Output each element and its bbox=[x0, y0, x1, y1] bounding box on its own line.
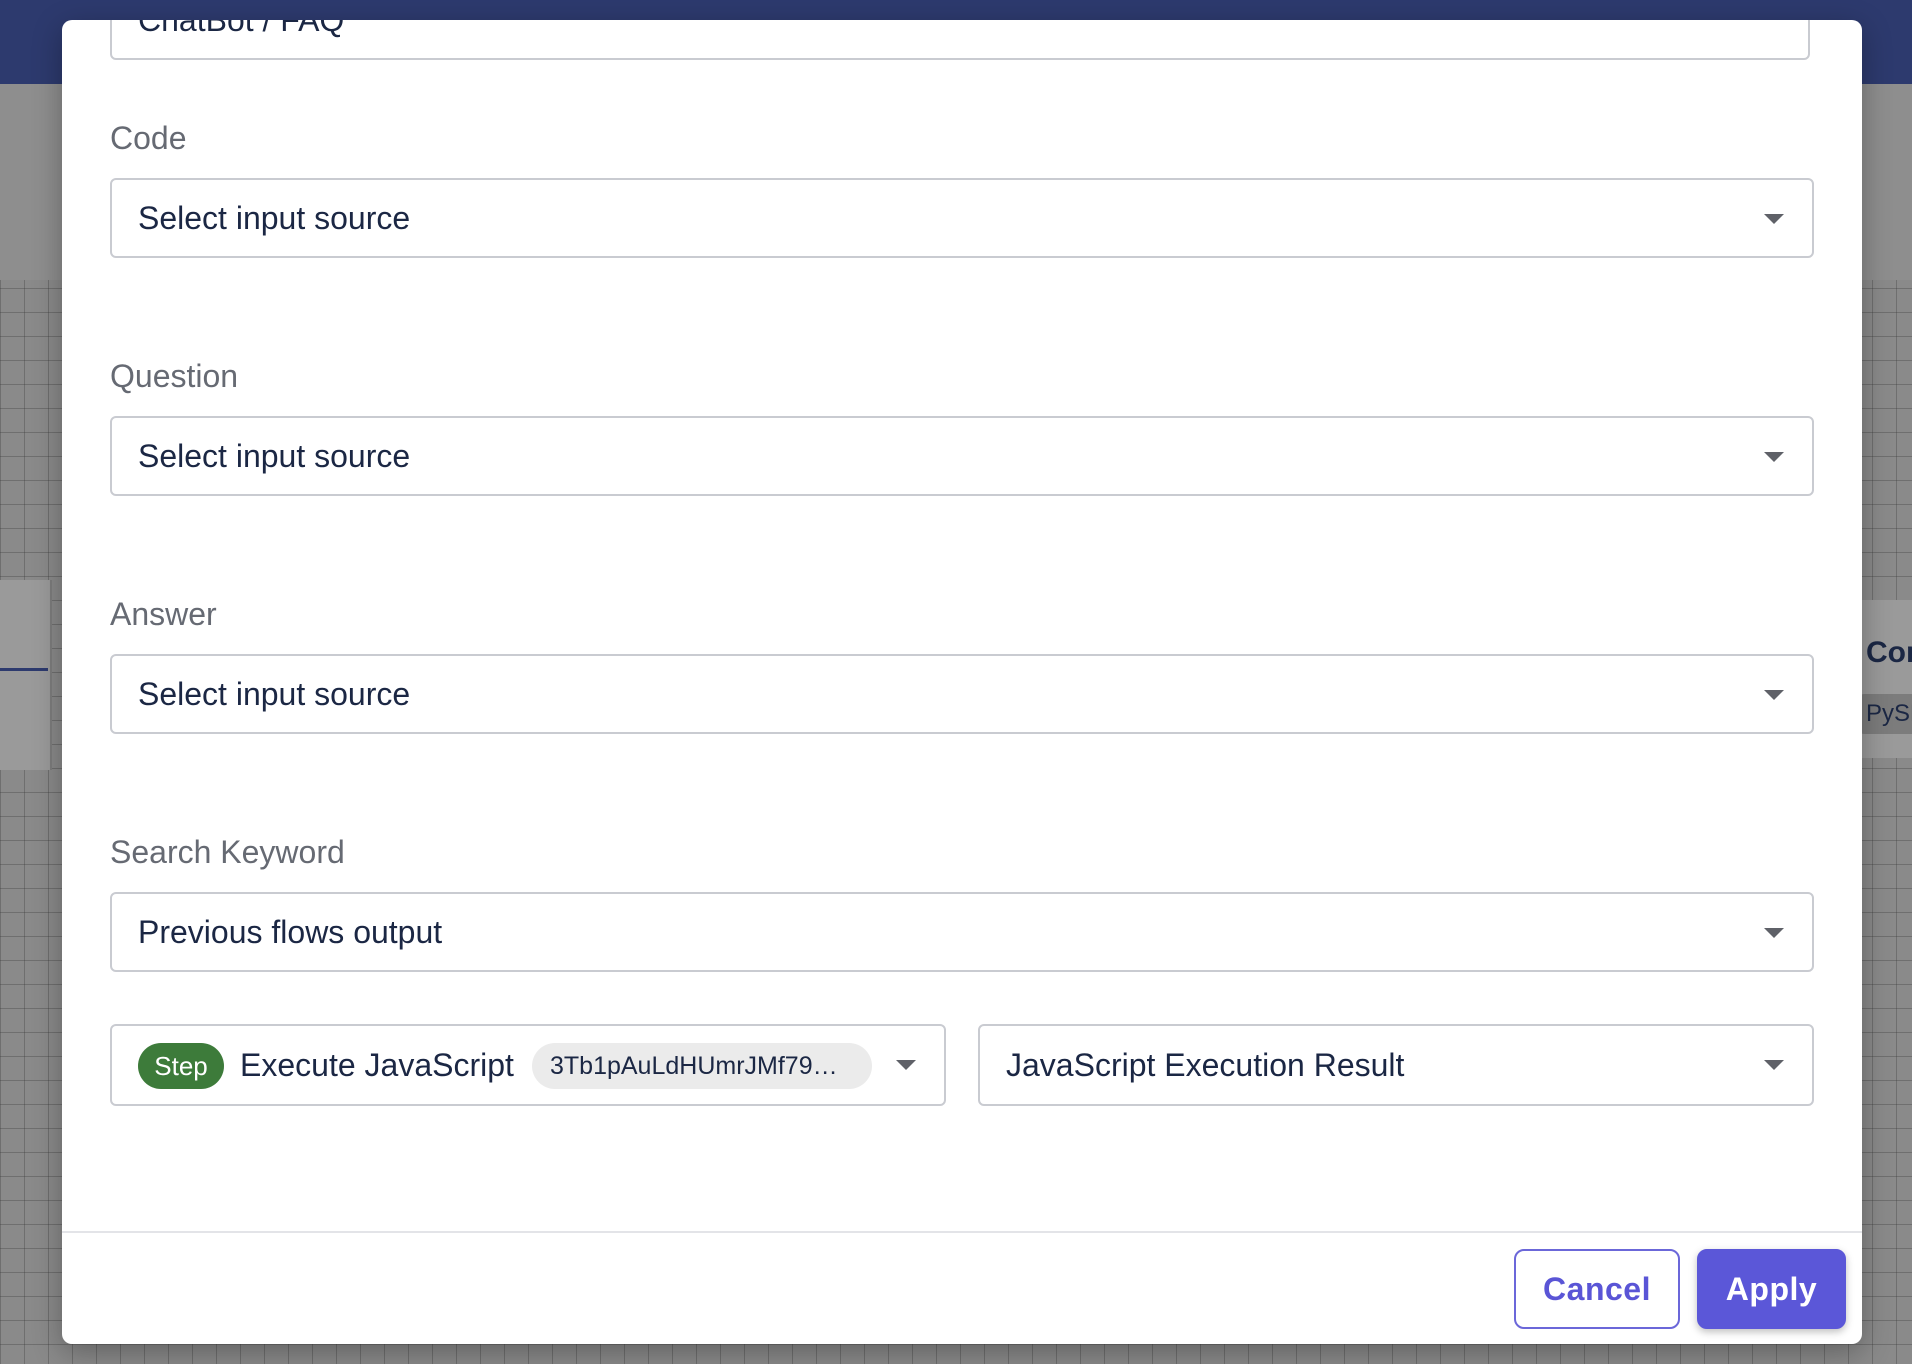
background-card-title: Cor bbox=[1866, 636, 1912, 669]
chevron-down-icon bbox=[1764, 214, 1784, 224]
answer-label: Answer bbox=[110, 596, 217, 632]
apply-button[interactable]: Apply bbox=[1697, 1249, 1846, 1329]
search-keyword-source-value: Previous flows output bbox=[138, 914, 443, 950]
input-mapping-dialog: ChatBot / FAQ Code Select input source Q… bbox=[62, 20, 1862, 1344]
question-label: Question bbox=[110, 358, 239, 394]
chevron-down-icon bbox=[1764, 1060, 1784, 1070]
code-label: Code bbox=[110, 120, 187, 156]
background-node-card-left bbox=[0, 580, 52, 770]
answer-source-select[interactable]: Select input source bbox=[110, 654, 1814, 734]
background-node-card-right: Cor PySE bbox=[1860, 600, 1912, 758]
code-source-value: Select input source bbox=[138, 200, 411, 236]
question-source-select[interactable]: Select input source bbox=[110, 416, 1814, 496]
step-output-value: JavaScript Execution Result bbox=[1006, 1047, 1405, 1083]
search-keyword-source-select[interactable]: Previous flows output bbox=[110, 892, 1814, 972]
background-connector-line bbox=[0, 668, 48, 671]
search-keyword-label: Search Keyword bbox=[110, 834, 345, 870]
chevron-down-icon bbox=[1764, 928, 1784, 938]
chevron-down-icon bbox=[1764, 452, 1784, 462]
background-card-chip: PySE bbox=[1860, 694, 1912, 734]
step-output-select[interactable]: JavaScript Execution Result bbox=[978, 1024, 1814, 1106]
code-source-select[interactable]: Select input source bbox=[110, 178, 1814, 258]
cancel-button[interactable]: Cancel bbox=[1514, 1249, 1680, 1329]
previous-field-select[interactable]: ChatBot / FAQ bbox=[110, 20, 1810, 60]
footer-divider bbox=[62, 1231, 1862, 1233]
step-badge: Step bbox=[138, 1043, 224, 1089]
step-name: Execute JavaScript bbox=[240, 1047, 514, 1083]
question-source-value: Select input source bbox=[138, 438, 411, 474]
answer-source-value: Select input source bbox=[138, 676, 411, 712]
previous-field-value: ChatBot / FAQ bbox=[138, 20, 345, 38]
chevron-down-icon bbox=[896, 1060, 916, 1070]
step-id-chip: 3Tb1pAuLdHUmrJMf79… bbox=[532, 1043, 872, 1089]
chevron-down-icon bbox=[1764, 690, 1784, 700]
step-select[interactable]: Step Execute JavaScript 3Tb1pAuLdHUmrJMf… bbox=[110, 1024, 946, 1106]
